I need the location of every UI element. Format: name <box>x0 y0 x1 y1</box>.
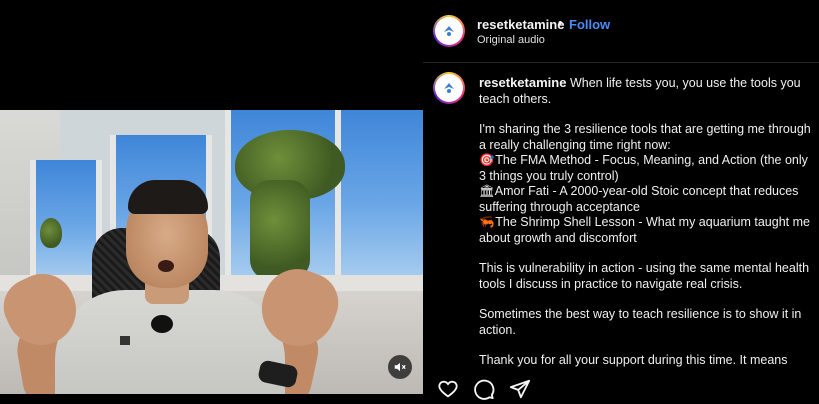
comment-button[interactable] <box>473 378 495 400</box>
mute-button[interactable] <box>388 355 412 379</box>
follow-button[interactable]: Follow <box>569 17 610 32</box>
shirt-logo <box>120 336 130 345</box>
video-person-torso <box>55 290 285 394</box>
video-player[interactable] <box>0 0 423 404</box>
avatar-logo-icon <box>435 74 463 102</box>
post-header: resetketamine • Follow Original audio <box>423 0 819 63</box>
caption-tool: Amor Fati - A 2000-year-old Stoic concep… <box>479 184 799 214</box>
video-palm <box>40 218 62 248</box>
header-username[interactable]: resetketamine <box>477 17 564 32</box>
caption-tool: The FMA Method - Focus, Meaning, and Act… <box>479 153 808 183</box>
heart-icon <box>438 380 458 398</box>
caption-username[interactable]: resetketamine <box>479 75 566 90</box>
caption-paragraph: Sometimes the best way to teach resilien… <box>479 307 802 337</box>
post-sidebar: resetketamine • Follow Original audio re… <box>423 0 819 404</box>
video-person-mouth <box>158 260 174 272</box>
post-actions <box>437 378 531 400</box>
share-icon <box>509 379 531 399</box>
post-caption: resetketamine When life tests you, you u… <box>479 75 814 384</box>
caption-paragraph: Thank you for all your support during th… <box>479 353 788 367</box>
muted-speaker-icon <box>394 362 406 372</box>
caption-paragraph: This is vulnerability in action - using … <box>479 261 810 291</box>
like-button[interactable] <box>437 378 459 400</box>
avatar[interactable] <box>433 15 465 47</box>
share-button[interactable] <box>509 378 531 400</box>
audio-label[interactable]: Original audio <box>477 34 545 46</box>
comment-icon <box>474 379 495 400</box>
video-person-hair <box>128 180 208 214</box>
video-window <box>335 110 423 280</box>
avatar[interactable] <box>433 72 465 104</box>
classical-building-icon: 🏛 <box>479 184 495 198</box>
caption-tool: The Shrimp Shell Lesson - What my aquari… <box>479 215 810 245</box>
lapel-mic <box>151 315 173 333</box>
separator-dot: • <box>558 15 563 30</box>
video-palm <box>250 180 310 280</box>
caption-paragraph: I'm sharing the 3 resilience tools that … <box>479 122 811 152</box>
target-icon: 🎯 <box>479 153 495 167</box>
avatar-logo-icon <box>435 17 463 45</box>
shrimp-icon: 🦐 <box>479 215 495 229</box>
video-frame[interactable] <box>0 110 423 394</box>
